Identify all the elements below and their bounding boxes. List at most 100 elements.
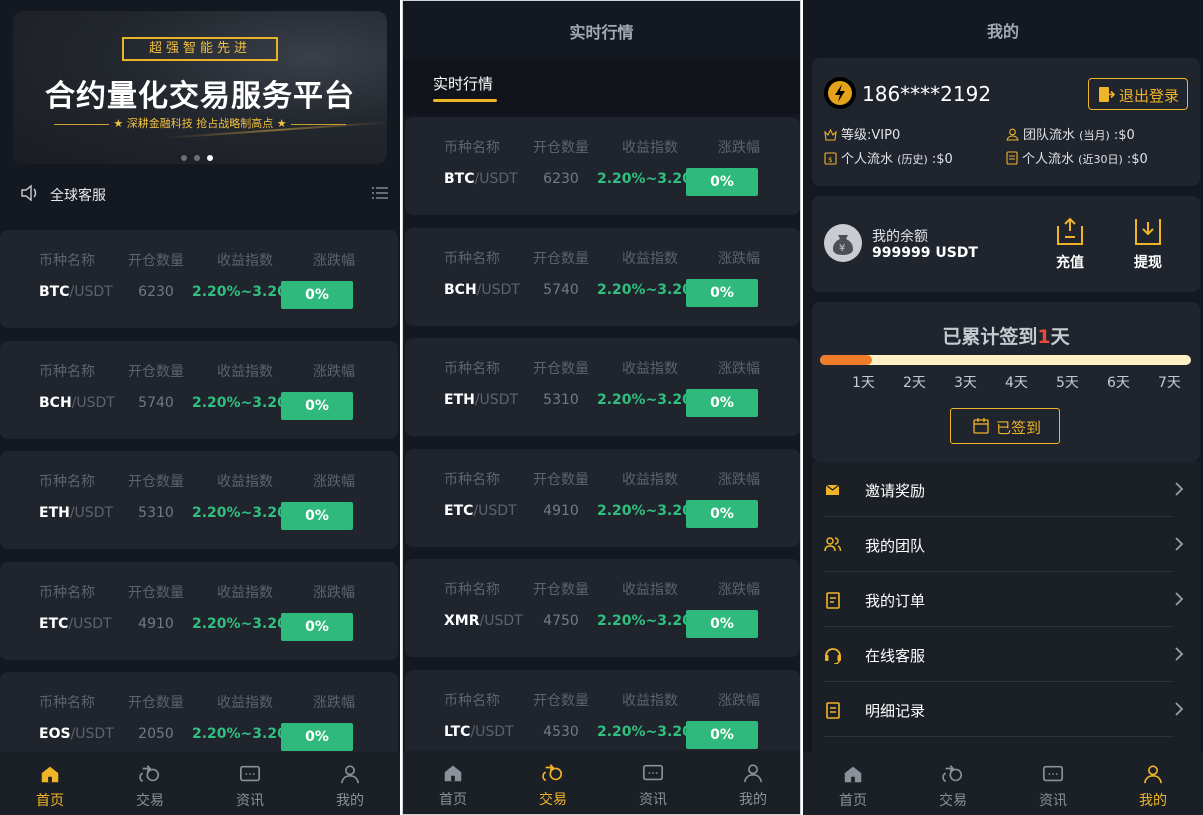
news-icon [1043,765,1063,782]
page-title: 实时行情 [569,23,634,42]
market-row[interactable]: 币种名称 开仓数量 收益指数 涨跌幅 ETH/USDT 5310 2.20%~3.20% 0% [0,451,398,549]
market-row[interactable]: 币种名称 开仓数量 收益指数 涨跌幅 BTC/USDT 6230 2.20%~3.20% 0% [405,117,800,215]
user-icon [1006,128,1019,141]
open-quantity: 5740 [543,281,579,298]
chevron-right-icon [1175,647,1184,661]
trade-icon [942,765,963,783]
bottom-tabbar: 首页 交易 资讯 我的 [803,752,1203,815]
menu-item[interactable]: 邀请奖励 [824,462,1184,517]
mine-screen: 我的 186****2192 退出登录 等级:VIP0 $ 个人流水 (历史) :… [803,0,1203,815]
tab-realtime[interactable]: 实时行情 [433,73,493,94]
menu-item-label: 邀请奖励 [865,482,926,500]
tab-label: 首页 [36,793,64,809]
market-row[interactable]: 币种名称 开仓数量 收益指数 涨跌幅 ETC/USDT 4910 2.20%~3.20% 0% [405,448,800,547]
tab-label: 资讯 [639,792,667,808]
tab-mine[interactable]: 我的 [300,752,400,815]
column-header: 开仓数量 [128,363,184,380]
tab-trade[interactable]: 交易 [100,752,200,815]
checkin-day-label: 6天 [1107,375,1130,391]
pair-quote: /USDT [474,171,518,187]
column-header: 收益指数 [217,363,273,380]
page-title: 我的 [986,22,1019,41]
pair-quote: /USDT [470,723,514,740]
column-header: 涨跌幅 [718,361,760,377]
pair-quote: /USDT [70,726,114,742]
personal-flow-30d: 个人流水 (近30日) :$0 [1006,148,1148,167]
open-quantity: 5740 [138,394,174,411]
svg-text:¥: ¥ [839,243,845,254]
column-header: 开仓数量 [533,361,589,377]
market-row[interactable]: 币种名称 开仓数量 收益指数 涨跌幅 ETC/USDT 4910 2.20%~3.20% 0% [0,561,398,660]
recharge-button[interactable]: 充值 [1045,216,1095,272]
tab-home[interactable]: 首页 [403,751,503,814]
carousel-dot-active[interactable] [207,155,213,161]
balance-card: ¥ 我的余额 999999 USDT 充值 提现 [812,196,1200,292]
tab-label: 我的 [739,792,767,808]
tab-news[interactable]: 资讯 [603,751,703,814]
open-quantity: 6230 [543,171,579,187]
menu-item[interactable]: 明细记录 [824,682,1184,737]
tab-home[interactable]: 首页 [803,752,903,815]
list-icon[interactable] [372,186,388,200]
tab-news[interactable]: 资讯 [1003,752,1103,815]
column-header: 涨跌幅 [718,471,760,488]
change-badge: 0% [281,502,353,530]
column-header: 涨跌幅 [313,474,355,490]
tab-mine[interactable]: 我的 [1103,752,1203,815]
pair-base: ETC [444,502,474,519]
promo-banner[interactable]: 超强智能先进 合约量化交易服务平台 ★ 深耕金融科技 抢占战略制高点 ★ [13,11,387,164]
pair-base: BCH [444,281,477,298]
column-header: 收益指数 [622,140,678,156]
menu-item-label: 在线客服 [865,647,926,665]
logout-button[interactable]: 退出登录 [1088,78,1188,110]
chevron-right-icon [1175,537,1184,551]
tab-trade[interactable]: 交易 [903,752,1003,815]
notice-bar[interactable]: 全球客服 [20,182,388,206]
carousel-dot[interactable] [194,155,200,161]
market-row[interactable]: 币种名称 开仓数量 收益指数 涨跌幅 BCH/USDT 5740 2.20%~3.20% 0% [0,340,398,439]
pair-quote: /USDT [69,505,114,521]
pair-name: ETH/USDT [444,392,518,408]
market-row[interactable]: 币种名称 开仓数量 收益指数 涨跌幅 BTC/USDT 6230 2.20%~3.20% 0% [0,230,398,328]
column-header: 收益指数 [217,695,273,711]
menu-item-label: 我的团队 [865,537,926,555]
signed-button[interactable]: 已签到 [950,408,1060,444]
withdraw-button[interactable]: 提现 [1123,216,1173,272]
avatar[interactable] [824,77,856,109]
change-badge: 0% [686,610,758,638]
pair-quote: /USDT [473,502,517,519]
column-header: 币种名称 [39,253,95,269]
change-badge: 0% [686,389,758,417]
column-header: 开仓数量 [533,140,589,156]
balance-value: 999999 USDT [872,245,978,261]
column-header: 收益指数 [622,250,678,267]
menu-item[interactable]: 我的团队 [824,517,1184,572]
pair-name: BTC/USDT [444,171,518,187]
column-header: 收益指数 [217,253,273,269]
market-row[interactable]: 币种名称 开仓数量 收益指数 涨跌幅 ETH/USDT 5310 2.20%~3.20% 0% [405,338,800,436]
tab-mine[interactable]: 我的 [703,751,800,814]
tab-news[interactable]: 资讯 [200,752,300,815]
carousel-dots[interactable] [181,146,220,164]
tab-home[interactable]: 首页 [0,752,100,815]
market-row[interactable]: 币种名称 开仓数量 收益指数 涨跌幅 BCH/USDT 5740 2.20%~3.20% 0% [405,227,800,326]
pair-name: EOS/USDT [39,726,114,742]
open-quantity: 5310 [543,392,579,408]
pair-quote: /USDT [69,284,113,300]
chevron-right-icon [1175,592,1184,606]
tab-label: 首页 [839,793,867,809]
menu-item[interactable]: 在线客服 [824,627,1184,682]
checkin-progress-fill [820,355,872,365]
open-quantity: 4910 [138,615,174,632]
market-row[interactable]: 币种名称 开仓数量 收益指数 涨跌幅 XMR/USDT 4750 2.20%~3.20% 0% [405,559,800,657]
change-badge: 0% [281,391,353,420]
pair-base: LTC [444,723,471,740]
pair-base: BTC [444,171,475,187]
carousel-dot[interactable] [181,155,187,161]
document-icon [1006,151,1018,165]
menu-item[interactable]: 我的订单 [824,572,1184,627]
profile-icon [1143,765,1163,784]
tab-trade[interactable]: 交易 [503,751,603,814]
column-header: 开仓数量 [533,692,589,709]
column-header: 涨跌幅 [313,253,355,269]
